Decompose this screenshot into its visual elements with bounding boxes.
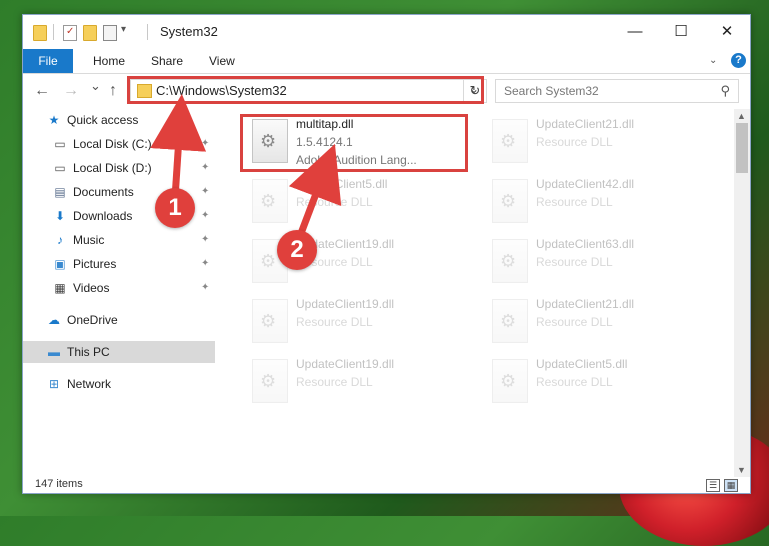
- step-1-badge: 1: [155, 188, 195, 228]
- arrow-to-address-bar: [150, 94, 207, 199]
- step-2-badge: 2: [277, 230, 317, 270]
- arrow-to-file: [288, 143, 342, 238]
- annotation-arrows: [150, 94, 342, 238]
